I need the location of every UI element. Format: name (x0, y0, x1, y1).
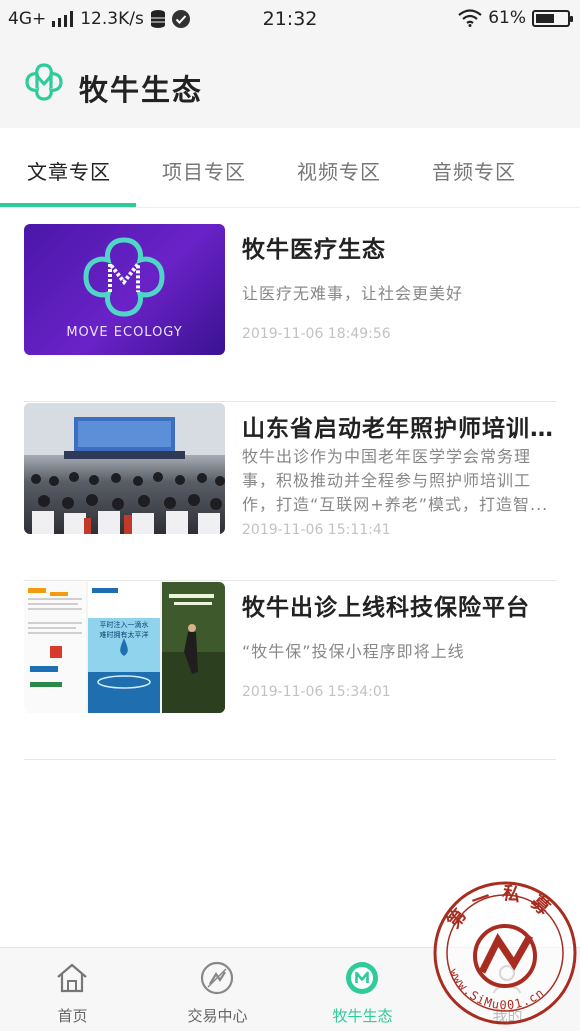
nav-trade-center[interactable]: 交易中心 (145, 948, 290, 1031)
ecology-icon (346, 962, 378, 994)
home-icon (57, 963, 87, 993)
wifi-icon (458, 9, 482, 27)
battery-percent: 61% (488, 8, 526, 28)
tab-audio[interactable]: 音频专区 (432, 156, 516, 185)
article-date: 2019-11-06 15:34:01 (242, 684, 391, 700)
article-date: 2019-11-06 15:11:41 (242, 522, 391, 538)
logo-icon (25, 63, 63, 101)
article-title: 牧牛医疗生态 (242, 237, 386, 263)
nav-trade-label: 交易中心 (187, 1007, 248, 1025)
article-date: 2019-11-06 18:49:56 (242, 326, 391, 342)
tab-projects[interactable]: 项目专区 (162, 156, 246, 185)
tab-indicator (0, 203, 136, 207)
article-title: 山东省启动老年照护师培训... (242, 416, 556, 442)
insurance-brochure-icon (24, 582, 225, 713)
nav-home[interactable]: 首页 (0, 948, 145, 1031)
watermark-stamp-icon: 第一私募 www.SiMu001.cn (433, 881, 577, 1025)
brochure-line-2: 难时拥有太平洋 (99, 631, 149, 639)
thumbnail-caption: MOVE ECOLOGY (66, 325, 183, 340)
article-item[interactable]: 山东省启动老年照护师培训... 牧牛出诊作为中国老年医学学会常务理事，积极推动并… (24, 403, 556, 581)
article-summary: 牧牛出诊作为中国老年医学学会常务理事，积极推动并全程参与照护师培训工作，打造“互… (242, 447, 549, 514)
article-item[interactable]: 平时注入一滴水 难时拥有太平洋 牧牛出诊上线科技保险平台 “牧牛保”投保小程序即… (24, 582, 556, 760)
article-thumbnail (24, 403, 225, 534)
page-title: 牧牛生态 (79, 73, 204, 107)
trade-icon (200, 961, 234, 995)
conference-photo-icon (24, 403, 225, 534)
brochure-line-1: 平时注入一滴水 (99, 621, 149, 629)
nav-ecology[interactable]: 牧牛生态 (290, 948, 435, 1031)
battery-icon (532, 9, 573, 27)
category-tabs: 文章专区 项目专区 视频专区 音频专区 (0, 128, 580, 208)
status-right: 61% (458, 8, 573, 28)
tab-articles[interactable]: 文章专区 (27, 156, 111, 185)
article-summary: “牧牛保”投保小程序即将上线 (242, 642, 465, 661)
article-summary: 让医疗无难事，让社会更美好 (242, 284, 464, 303)
nav-ecology-label: 牧牛生态 (332, 1007, 393, 1025)
battery-level (536, 13, 555, 23)
status-bar: 4G+ 12.3K/s 21:32 61% (0, 0, 580, 38)
article-item[interactable]: MOVE ECOLOGY 牧牛医疗生态 让医疗无难事，让社会更美好 2019-1… (24, 224, 556, 402)
app-header: 牧牛生态 (0, 38, 580, 128)
tab-videos[interactable]: 视频专区 (297, 156, 381, 185)
article-thumbnail: 平时注入一滴水 难时拥有太平洋 (24, 582, 225, 713)
article-thumbnail: MOVE ECOLOGY (24, 224, 225, 355)
nav-home-label: 首页 (57, 1007, 88, 1025)
article-title: 牧牛出诊上线科技保险平台 (242, 595, 530, 621)
